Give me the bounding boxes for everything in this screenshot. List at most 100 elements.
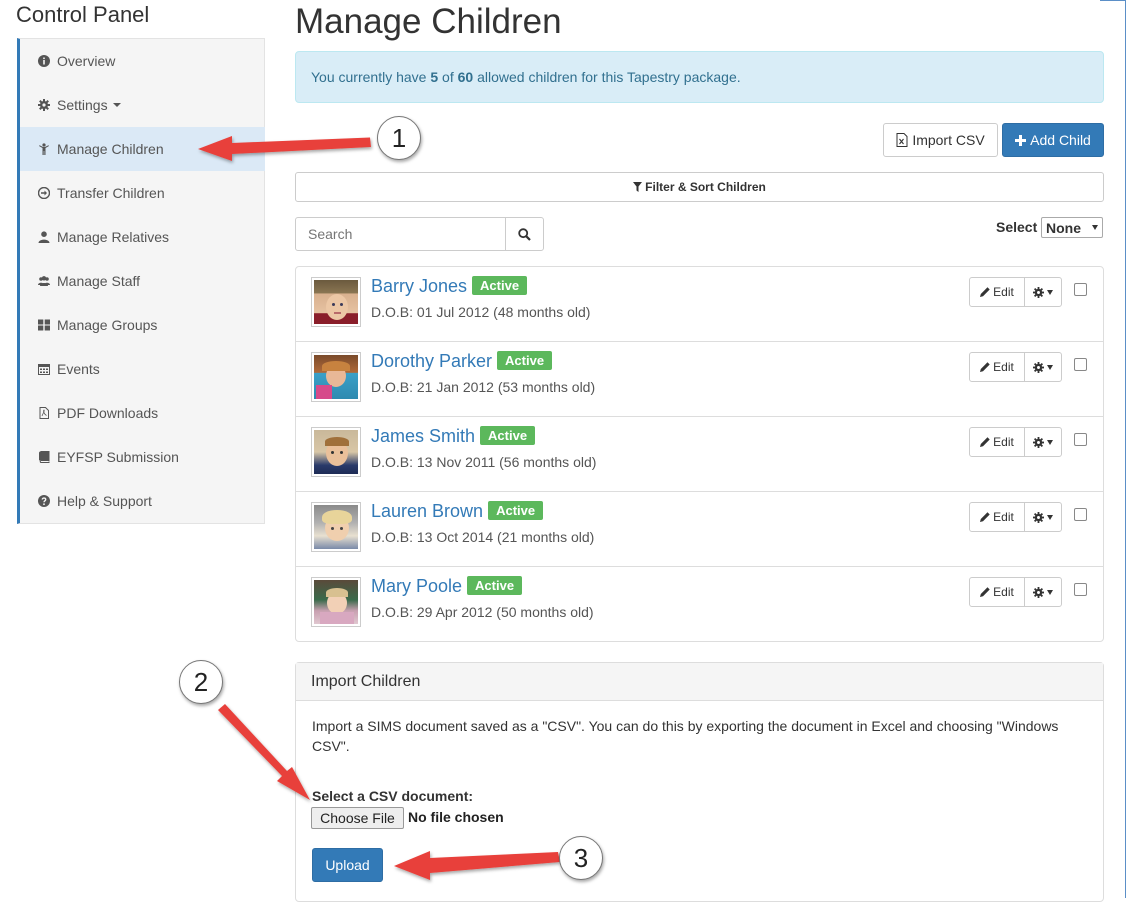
child-dob: D.O.B: 29 Apr 2012 (50 months old) [371,604,594,620]
actions-dropdown-button[interactable] [1024,277,1062,307]
filter-sort-button[interactable]: Filter & Sort Children [295,172,1104,202]
question-circle-icon [37,494,51,508]
gear-icon [37,98,51,112]
sidebar-item-transfer-children[interactable]: Transfer Children [20,171,265,215]
edit-button[interactable]: Edit [969,502,1025,532]
actions-dropdown-button[interactable] [1024,352,1062,382]
child-dob: D.O.B: 01 Jul 2012 (48 months old) [371,304,591,320]
select-dropdown[interactable]: None [1041,217,1103,238]
status-badge: Active [480,426,536,445]
import-instructions: Import a SIMS document saved as a "CSV".… [312,718,1059,754]
edit-button[interactable]: Edit [969,277,1025,307]
sidebar-item-manage-groups[interactable]: Manage Groups [20,303,265,347]
sidebar-item-events[interactable]: Events [20,347,265,391]
add-child-label: Add Child [1030,132,1091,148]
children-list: Barry Jones Active D.O.B: 01 Jul 2012 (48… [295,266,1104,642]
child-avatar [311,502,361,552]
search-group [295,217,544,251]
status-badge: Active [467,576,523,595]
sidebar-item-help-support[interactable]: Help & Support [20,479,265,523]
child-avatar [311,577,361,627]
page-title: Manage Children [295,2,562,41]
child-name: Barry Jones [371,276,468,296]
child-name-link[interactable]: Barry Jones Active [371,276,528,297]
edit-label: Edit [993,435,1014,449]
chevron-down-icon [1047,289,1053,295]
csv-file-label: Select a CSV document: [312,788,474,804]
child-name-link[interactable]: James Smith Active [371,426,536,447]
search-icon [518,227,531,241]
child-name-link[interactable]: Mary Poole Active [371,576,523,597]
child-name: James Smith [371,426,476,446]
info-circle-icon [37,54,51,68]
child-dob: D.O.B: 13 Nov 2011 (56 months old) [371,454,597,470]
row-checkbox[interactable] [1074,358,1087,371]
sidebar-item-label: Transfer Children [57,185,165,201]
alert-prefix: You currently have [311,69,427,85]
child-row: Barry Jones Active D.O.B: 01 Jul 2012 (48… [296,267,1103,342]
edit-button[interactable]: Edit [969,577,1025,607]
calendar-icon [37,362,51,376]
sidebar-item-eyfsp-submission[interactable]: EYFSP Submission [20,435,265,479]
annotation-callout-1: 1 [377,116,421,160]
grid-icon [37,318,51,332]
sidebar-item-label: Manage Children [57,141,164,157]
gear-icon [1033,361,1044,373]
child-dob: D.O.B: 21 Jan 2012 (53 months old) [371,379,596,395]
status-badge: Active [497,351,553,370]
sidebar-item-label: PDF Downloads [57,405,159,421]
actions-dropdown-button[interactable] [1024,577,1062,607]
sidebar-item-settings[interactable]: Settings [20,83,265,127]
edit-label: Edit [993,285,1014,299]
sidebar-item-manage-staff[interactable]: Manage Staff [20,259,265,303]
chevron-down-icon [1047,514,1053,520]
child-name-link[interactable]: Lauren Brown Active [371,501,544,522]
users-icon [37,274,51,288]
no-file-chosen-text: No file chosen [408,809,504,825]
plus-icon [1015,134,1027,146]
chevron-down-icon [1047,589,1053,595]
excel-file-icon [896,133,908,147]
child-avatar [311,427,361,477]
info-alert: You currently have 5 of 60 allowed child… [295,51,1104,103]
sidebar-item-label: Manage Relatives [57,229,170,245]
choose-file-button[interactable]: Choose File [311,807,404,829]
child-icon [37,142,51,156]
chevron-down-icon [112,103,121,107]
add-child-button[interactable]: Add Child [1002,123,1104,157]
edit-label: Edit [993,510,1014,524]
sidebar-item-label: Manage Groups [57,317,158,333]
select-label: Select [996,219,1038,235]
edit-button[interactable]: Edit [969,352,1025,382]
pdf-file-icon [37,406,51,420]
child-avatar [311,277,361,327]
sidebar-item-manage-relatives[interactable]: Manage Relatives [20,215,265,259]
gear-icon [1033,436,1044,448]
actions-dropdown-button[interactable] [1024,427,1062,457]
sidebar-item-label: Help & Support [57,493,152,509]
edit-button[interactable]: Edit [969,427,1025,457]
child-name-link[interactable]: Dorothy Parker Active [371,351,553,372]
child-row: Dorothy Parker Active D.O.B: 21 Jan 2012 … [296,342,1103,417]
upload-button[interactable]: Upload [312,848,383,882]
alert-current-count: 5 [430,69,439,85]
circle-arrow-icon [37,186,51,200]
row-checkbox[interactable] [1074,433,1087,446]
child-row: Lauren Brown Active D.O.B: 13 Oct 2014 (2… [296,492,1103,567]
row-checkbox[interactable] [1074,583,1087,596]
actions-dropdown-button[interactable] [1024,502,1062,532]
import-csv-button[interactable]: Import CSV [883,123,998,157]
panel-heading: Import Children [296,663,1103,701]
row-checkbox[interactable] [1074,508,1087,521]
sidebar-item-pdf-downloads[interactable]: PDF Downloads [20,391,265,435]
sidebar-nav: Overview Settings Manage Children Transf… [17,38,265,524]
edit-label: Edit [993,585,1014,599]
row-checkbox[interactable] [1074,283,1087,296]
search-input[interactable] [295,217,506,251]
chevron-down-icon [1092,225,1098,230]
sidebar-item-manage-children[interactable]: Manage Children [20,127,265,171]
search-button[interactable] [505,217,544,251]
child-name: Mary Poole [371,576,463,596]
sidebar-item-overview[interactable]: Overview [20,39,265,83]
pencil-icon [980,287,990,297]
